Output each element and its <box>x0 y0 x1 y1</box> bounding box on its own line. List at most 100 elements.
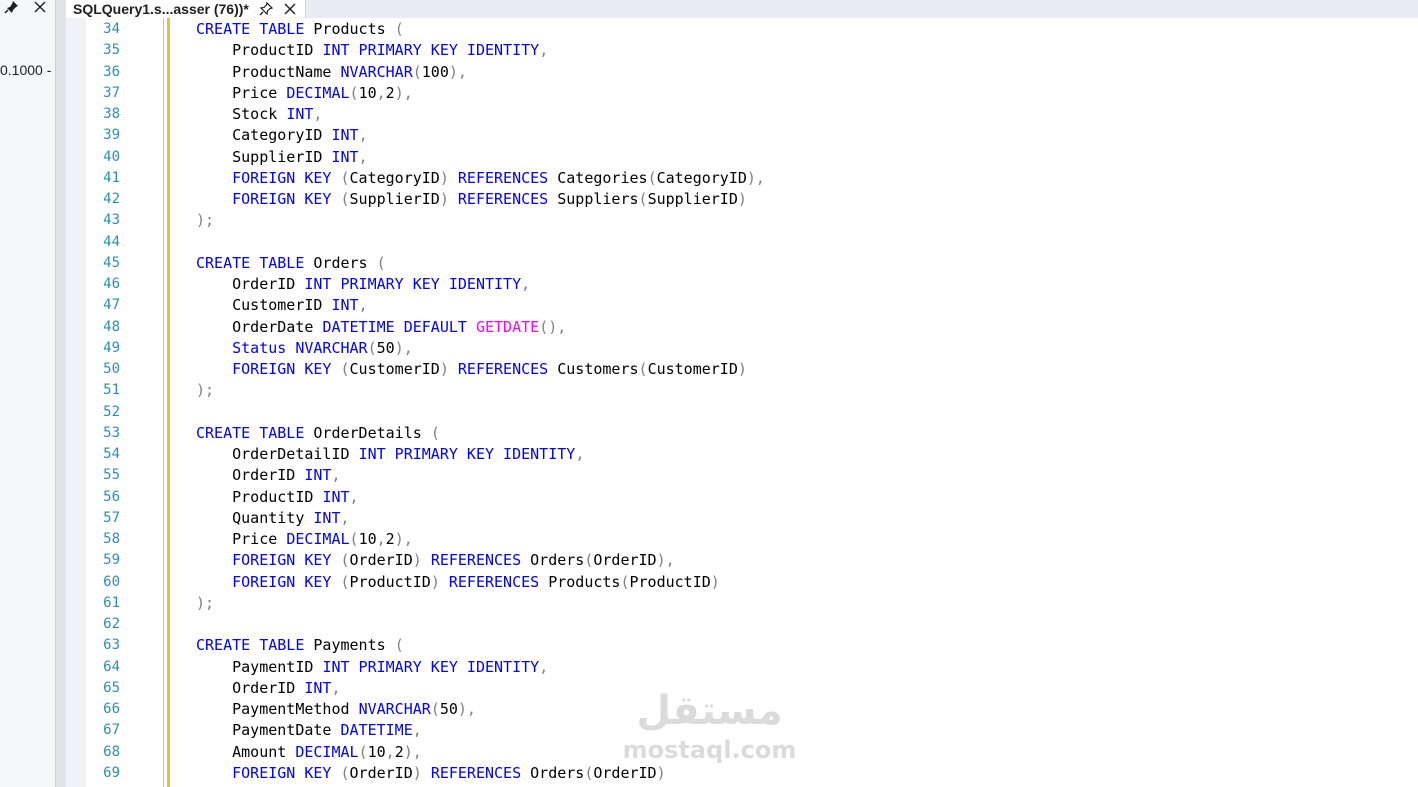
code-token: CREATE TABLE <box>196 636 314 655</box>
code-token: Customers <box>557 360 639 378</box>
code-token: PaymentMethod <box>196 700 359 718</box>
code-token: INT <box>313 508 341 527</box>
code-token: FOREIGN KEY <box>196 551 341 570</box>
code-token: ); <box>196 593 215 612</box>
code-token: FOREIGN KEY <box>196 572 341 591</box>
code-token: 2 <box>385 83 395 102</box>
code-token: INT <box>304 466 332 485</box>
line-number: 55 <box>103 467 120 484</box>
code-token: , <box>376 530 386 548</box>
panel-splitter[interactable] <box>56 0 66 787</box>
panel-text-fragment: 0.1000 - <box>0 62 52 78</box>
code-token: 50 <box>439 700 458 718</box>
line-number: 49 <box>103 339 120 356</box>
code-token: ProductName <box>196 62 341 81</box>
code-token: , <box>376 83 386 102</box>
query-editor[interactable]: 34 CREATE TABLE Products (35 ProductID IN… <box>66 18 1418 787</box>
code-token: Products <box>313 20 395 38</box>
line-number: 46 <box>103 276 120 292</box>
code-token: ( <box>430 423 440 442</box>
code-text: Price DECIMAL(10,2), <box>196 83 413 104</box>
code-token: Amount <box>196 742 296 761</box>
code-text: CREATE TABLE Payments ( <box>196 635 404 656</box>
tab-sqlquery1[interactable]: SQLQuery1.s...asser (76))* <box>66 0 306 18</box>
code-token: ) <box>412 551 431 570</box>
pin-icon[interactable] <box>4 0 20 14</box>
code-token: NVARCHAR <box>340 62 413 81</box>
code-token: CustomerID <box>647 360 738 378</box>
close-icon[interactable] <box>33 0 47 14</box>
code-text: ProductID INT, <box>196 487 358 508</box>
code-token: Payments <box>313 636 395 655</box>
code-token: INT PRIMARY KEY IDENTITY <box>304 275 522 293</box>
code-token: SupplierID <box>196 147 332 166</box>
code-token: ( <box>340 551 350 570</box>
code-token: , <box>331 466 341 485</box>
code-text: ProductName NVARCHAR(100), <box>196 62 467 83</box>
code-token: Orders <box>313 253 377 272</box>
code-token: ), <box>394 83 413 102</box>
code-token: ProductID <box>196 41 323 60</box>
code-token: INT <box>331 147 359 166</box>
document-tab-bar: SQLQuery1.s...asser (76))* <box>66 0 1418 19</box>
code-token: FOREIGN KEY <box>196 360 341 378</box>
code-text: Amount DECIMAL(10,2), <box>196 742 422 763</box>
code-token: SupplierID <box>647 190 738 208</box>
code-text: OrderDate DATETIME DEFAULT GETDATE(), <box>196 317 566 338</box>
code-text: FOREIGN KEY (CategoryID) REFERENCES Cate… <box>196 168 765 189</box>
code-text: Stock INT, <box>196 104 322 125</box>
code-text: Price DECIMAL(10,2), <box>196 529 413 550</box>
code-text: Status NVARCHAR(50), <box>196 338 413 359</box>
code-token: ( <box>358 742 368 761</box>
code-text: CREATE TABLE Products ( <box>196 19 404 40</box>
code-token: INT <box>331 126 359 145</box>
line-number: 41 <box>103 169 120 186</box>
code-text: CREATE TABLE OrderDetails ( <box>196 423 440 444</box>
code-token: Price <box>196 530 287 548</box>
code-token: ) <box>737 360 747 378</box>
code-token: , <box>521 275 531 293</box>
code-token: INT PRIMARY KEY IDENTITY <box>358 445 576 463</box>
line-number: 36 <box>103 63 120 80</box>
line-number: 44 <box>103 233 120 250</box>
code-token: REFERENCES <box>430 763 531 782</box>
code-text: ); <box>196 210 214 231</box>
code-token: 10 <box>358 530 377 548</box>
code-token: ), <box>403 742 422 761</box>
code-token: Price <box>196 83 287 102</box>
code-token: OrderDetailID <box>196 445 359 463</box>
code-token: INT <box>331 296 359 315</box>
code-token: OrderID <box>196 466 305 485</box>
code-token: ( <box>340 763 350 782</box>
code-token: FOREIGN KEY <box>196 190 341 208</box>
code-token: ) <box>439 360 458 378</box>
code-text: FOREIGN KEY (CustomerID) REFERENCES Cust… <box>196 359 747 380</box>
code-token: ( <box>638 360 648 378</box>
code-token: , <box>331 678 341 697</box>
code-text: ProductID INT PRIMARY KEY IDENTITY, <box>196 40 548 61</box>
line-number: 35 <box>103 42 120 59</box>
pin-icon[interactable] <box>259 2 273 16</box>
code-token: ( <box>349 83 359 102</box>
code-token: Products <box>548 572 621 591</box>
code-text: CategoryID INT, <box>196 125 367 146</box>
code-text: FOREIGN KEY (ProductID) REFERENCES Produ… <box>196 572 720 593</box>
code-token: CategoryID <box>349 168 440 187</box>
code-token: CategoryID <box>656 168 747 187</box>
close-icon[interactable] <box>283 2 297 16</box>
line-number: 48 <box>103 318 120 335</box>
code-token: 50 <box>376 338 395 357</box>
code-text: FOREIGN KEY (OrderID) REFERENCES Orders(… <box>196 763 666 784</box>
code-token: OrderID <box>593 551 657 570</box>
code-token: , <box>313 105 323 123</box>
code-token: 100 <box>421 62 449 81</box>
tab-title: SQLQuery1.s...asser (76))* <box>73 1 249 17</box>
code-text: CustomerID INT, <box>196 295 367 316</box>
code-token: OrderID <box>196 678 305 697</box>
code-token: OrderID <box>349 763 413 782</box>
code-token: REFERENCES <box>430 551 531 570</box>
line-number: 63 <box>103 637 120 654</box>
code-token: FOREIGN KEY <box>196 168 341 187</box>
code-token: ( <box>340 190 350 208</box>
code-token: PaymentID <box>196 657 323 676</box>
